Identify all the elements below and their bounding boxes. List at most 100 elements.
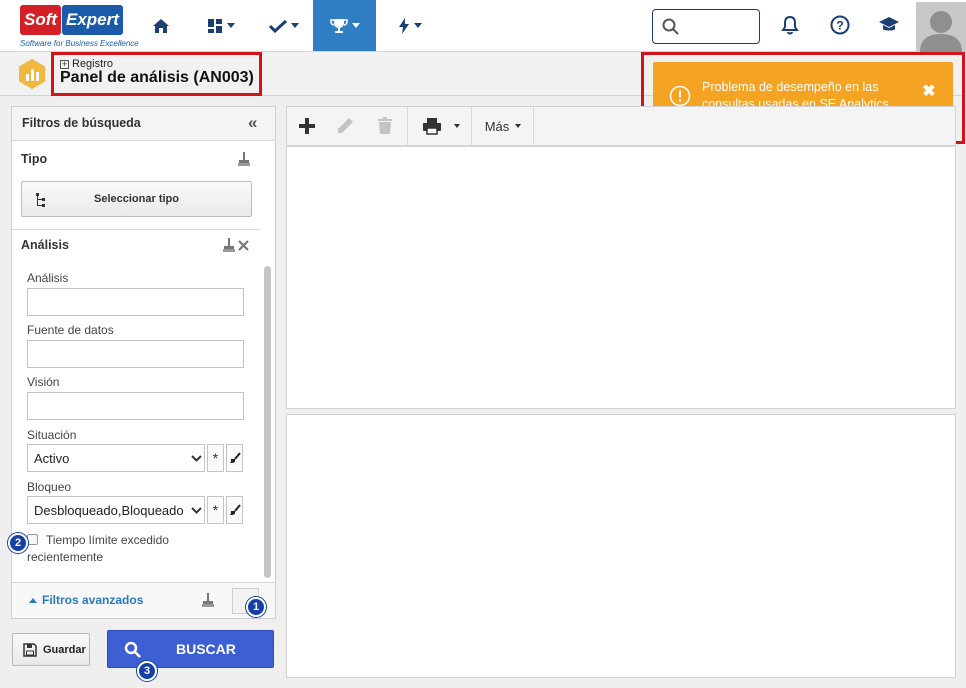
- delete-button[interactable]: [367, 107, 403, 145]
- data-source-field[interactable]: [27, 340, 244, 368]
- toolbar-divider: [407, 107, 408, 145]
- brush-icon: [229, 504, 241, 515]
- title-highlight-frame: [51, 52, 262, 96]
- block-label: Bloqueo: [27, 480, 72, 494]
- select-type-label: Seleccionar tipo: [94, 193, 179, 205]
- vision-field[interactable]: [27, 392, 244, 420]
- status-select[interactable]: Activo: [27, 444, 205, 472]
- results-grid: [286, 146, 956, 409]
- more-label: Más: [484, 118, 510, 134]
- chevron-down-icon: [191, 506, 202, 514]
- chevron-down-icon: [291, 23, 299, 28]
- details-grid: [286, 414, 956, 678]
- timeout-checkbox-label: Tiempo límite excedido recientemente: [27, 533, 169, 564]
- chevron-down-icon: [454, 124, 460, 128]
- filters-title: Filtros de búsqueda: [22, 116, 141, 130]
- save-filters-button[interactable]: Guardar: [12, 633, 90, 666]
- remove-section-icon[interactable]: [238, 240, 249, 251]
- user-avatar[interactable]: [916, 2, 966, 52]
- advanced-filters-label: Filtros avanzados: [42, 593, 144, 607]
- plus-icon: [299, 118, 315, 134]
- step-badge-3: 3: [137, 661, 157, 681]
- home-icon: [153, 18, 169, 33]
- nav-dashboard-button[interactable]: [196, 0, 246, 51]
- data-source-label: Fuente de datos: [27, 323, 114, 337]
- clear-filter-icon[interactable]: [237, 151, 251, 167]
- step-badge-1: 1: [246, 597, 266, 617]
- timeout-checkbox[interactable]: [27, 534, 38, 545]
- toolbar-divider: [533, 107, 534, 145]
- analysis-field-label: Análisis: [27, 271, 69, 285]
- search-button[interactable]: BUSCAR: [107, 630, 274, 668]
- svg-text:?: ?: [836, 19, 843, 33]
- pencil-icon: [338, 118, 353, 133]
- section-divider: [12, 229, 260, 230]
- block-dropdown-button[interactable]: [189, 496, 205, 524]
- vision-label: Visión: [27, 375, 60, 389]
- search-icon: [124, 641, 141, 658]
- clear-filter-icon[interactable]: [222, 237, 236, 253]
- select-type-button[interactable]: Seleccionar tipo: [21, 181, 252, 217]
- dashboard-icon: [208, 18, 222, 33]
- analysis-field[interactable]: [27, 288, 244, 316]
- graduation-cap-icon: [879, 17, 899, 31]
- logo-tagline: Software for Business Excellence: [20, 39, 139, 48]
- results-toolbar: Más: [286, 106, 956, 146]
- brush-icon: [229, 452, 241, 463]
- chevron-down-icon: [191, 454, 202, 462]
- nav-actions-button[interactable]: [386, 0, 434, 51]
- more-menu-button[interactable]: Más: [473, 107, 533, 145]
- save-label: Guardar: [43, 643, 86, 656]
- block-clear-button[interactable]: [226, 496, 243, 524]
- step-badge-2: 2: [8, 533, 28, 553]
- asterisk-icon: *: [212, 450, 219, 466]
- top-navbar: Soft Expert Software for Business Excell…: [0, 0, 966, 52]
- search-label: BUSCAR: [176, 641, 236, 657]
- check-icon: [269, 19, 287, 33]
- filters-header: Filtros de búsqueda «: [12, 107, 275, 141]
- toolbar-divider: [471, 107, 472, 145]
- notifications-button[interactable]: [778, 13, 802, 37]
- print-button[interactable]: [413, 107, 469, 145]
- analysis-section-label: Análisis: [21, 238, 69, 252]
- block-select[interactable]: Desbloqueado,Bloqueado: [27, 496, 205, 524]
- clear-advanced-icon[interactable]: [201, 592, 215, 608]
- chevron-down-icon: [227, 23, 235, 28]
- search-icon: [662, 18, 679, 35]
- status-label: Situación: [27, 428, 77, 442]
- tree-icon: [36, 193, 45, 207]
- nav-home-button[interactable]: [138, 0, 184, 51]
- add-button[interactable]: [289, 107, 325, 145]
- chevron-up-icon: [29, 597, 37, 603]
- chevron-down-icon: [414, 23, 422, 28]
- help-button[interactable]: ?: [828, 13, 852, 37]
- status-dropdown-button[interactable]: [189, 444, 205, 472]
- trophy-icon: [329, 18, 348, 33]
- global-search-input[interactable]: [652, 9, 760, 44]
- printer-icon: [423, 118, 441, 135]
- softexpert-logo[interactable]: Soft Expert Software for Business Excell…: [18, 3, 139, 49]
- status-clear-button[interactable]: [226, 444, 243, 472]
- floppy-disk-icon: [23, 642, 37, 657]
- nav-trophy-button[interactable]: [313, 0, 376, 51]
- advanced-filters-toggle[interactable]: Filtros avanzados: [29, 593, 143, 607]
- collapse-panel-icon[interactable]: «: [248, 113, 258, 133]
- user-avatar-icon: [920, 11, 962, 52]
- training-button[interactable]: [877, 13, 901, 37]
- logo-soft-text: Soft: [20, 5, 62, 35]
- trash-icon: [378, 117, 392, 134]
- block-all-button[interactable]: *: [207, 496, 224, 524]
- help-icon: ?: [830, 15, 850, 35]
- nav-tasks-button[interactable]: [258, 0, 310, 51]
- edit-button[interactable]: [327, 107, 363, 145]
- bolt-icon: [399, 17, 409, 34]
- analysis-panel-icon: [16, 58, 48, 90]
- chevron-down-icon: [351, 23, 360, 28]
- status-all-button[interactable]: *: [207, 444, 224, 472]
- chevron-down-icon: [515, 124, 522, 128]
- bell-icon: [781, 15, 799, 35]
- type-section-label: Tipo: [21, 152, 48, 166]
- asterisk-icon: *: [212, 502, 219, 518]
- logo-expert-text: Expert: [62, 5, 123, 35]
- filters-scrollbar[interactable]: [264, 266, 271, 578]
